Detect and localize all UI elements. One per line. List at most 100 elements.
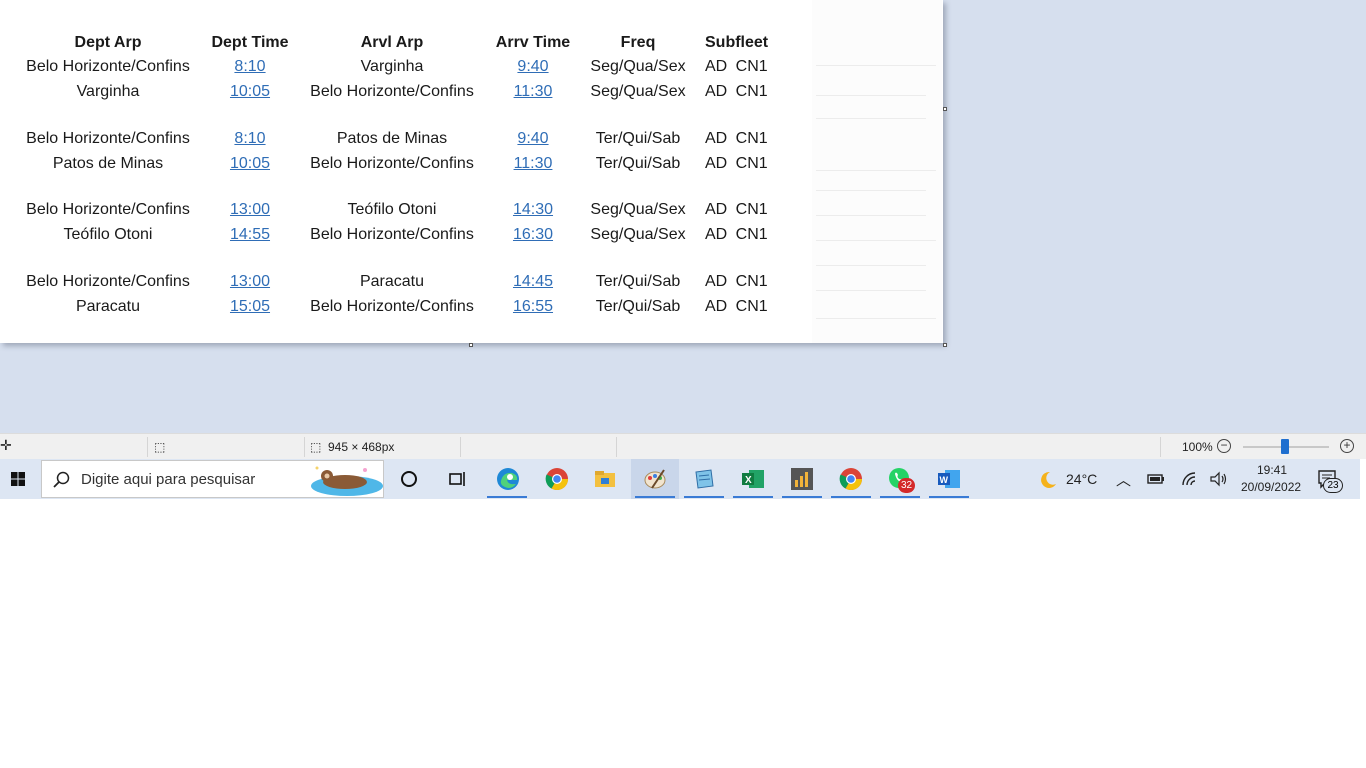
frequency: Ter/Qui/Sab (595, 273, 681, 290)
faint-line (816, 118, 926, 119)
search-placeholder: Digite aqui para pesquisar (81, 471, 256, 488)
arrival-time-link[interactable]: 11:30 (514, 82, 553, 102)
header-subfleet: Subfleet (705, 34, 769, 51)
arrival-airport: Belo Horizonte/Confins (310, 155, 474, 172)
departure-time-link[interactable]: 15:05 (230, 297, 270, 317)
departure-airport: Patos de Minas (52, 155, 164, 172)
arrival-time-link[interactable]: 9:40 (517, 129, 548, 149)
cursor-position-icon: ✛ (0, 437, 12, 453)
image-size-icon: ⬚ (310, 440, 322, 454)
departure-time-link[interactable]: 8:10 (234, 129, 265, 149)
file-explorer-icon[interactable] (590, 464, 620, 494)
arrival-time-link[interactable]: 16:30 (513, 225, 553, 245)
faint-line (816, 318, 936, 319)
excel-icon[interactable]: X (738, 464, 768, 494)
subfleet: AD CN1 (705, 58, 768, 75)
faint-line (816, 190, 926, 191)
arrival-time-link[interactable]: 11:30 (514, 154, 553, 174)
taskbar-search-box[interactable]: Digite aqui para pesquisar (41, 460, 384, 498)
search-icon (53, 471, 70, 488)
subfleet: AD CN1 (705, 155, 768, 172)
zoom-slider-thumb[interactable] (1281, 439, 1289, 454)
chart-app-icon[interactable] (787, 464, 817, 494)
arrival-time-link[interactable]: 9:40 (517, 57, 548, 77)
notification-count-badge: 23 (1323, 478, 1343, 493)
notepad-icon[interactable] (689, 464, 719, 494)
resize-handle-corner[interactable] (943, 343, 947, 347)
word-icon[interactable]: W (934, 464, 964, 494)
departure-airport: Belo Horizonte/Confins (26, 130, 190, 147)
task-view-icon[interactable] (442, 464, 472, 494)
faint-line (816, 265, 926, 266)
battery-icon[interactable] (1146, 471, 1166, 487)
departure-time-link[interactable]: 14:55 (230, 225, 270, 245)
windows-start-icon[interactable] (3, 464, 33, 494)
departure-airport: Belo Horizonte/Confins (26, 273, 190, 290)
header-dept-arp: Dept Arp (74, 34, 142, 51)
chrome-icon[interactable] (542, 464, 572, 494)
subfleet: AD CN1 (705, 201, 768, 218)
header-dept-time: Dept Time (211, 34, 289, 51)
selection-size-icon: ⬚ (154, 440, 166, 454)
departure-time-link[interactable]: 10:05 (230, 82, 270, 102)
arrival-airport: Varginha (360, 58, 424, 75)
departure-airport: Paracatu (75, 298, 141, 315)
edge-browser-icon[interactable] (493, 464, 523, 494)
departure-airport: Varginha (76, 83, 140, 100)
whatsapp-badge: 32 (898, 478, 915, 493)
faint-line (816, 95, 926, 96)
header-freq: Freq (620, 34, 656, 51)
weather-moon-icon[interactable] (1036, 469, 1058, 491)
departure-airport: Teófilo Otoni (63, 226, 153, 243)
faint-image-region (812, 0, 942, 343)
frequency: Seg/Qua/Sex (590, 58, 686, 75)
image-size-label: 945 × 468px (328, 440, 395, 454)
resize-handle-bottom[interactable] (469, 343, 473, 347)
arrival-time-link[interactable]: 14:30 (513, 200, 553, 220)
frequency: Ter/Qui/Sab (595, 130, 681, 147)
volume-icon[interactable] (1209, 470, 1229, 488)
resize-handle-right[interactable] (943, 107, 947, 111)
departure-airport: Belo Horizonte/Confins (26, 201, 190, 218)
chrome-icon-2[interactable] (836, 464, 866, 494)
frequency: Seg/Qua/Sex (590, 201, 686, 218)
faint-line (816, 65, 936, 66)
zoom-out-button[interactable]: − (1217, 439, 1231, 453)
departure-time-link[interactable]: 13:00 (230, 272, 270, 292)
arrival-airport: Paracatu (359, 273, 425, 290)
clock-time[interactable]: 19:41 (1257, 463, 1287, 477)
departure-time-link[interactable]: 10:05 (230, 154, 270, 174)
departure-airport: Belo Horizonte/Confins (26, 58, 190, 75)
faint-line (816, 240, 936, 241)
subfleet: AD CN1 (705, 130, 768, 147)
departure-time-link[interactable]: 8:10 (234, 57, 265, 77)
arrival-time-link[interactable]: 16:55 (513, 297, 553, 317)
svg-text:W: W (940, 475, 949, 485)
image-canvas[interactable]: Dept Arp Dept Time Arvl Arp Arrv Time Freq Su… (0, 0, 943, 343)
clock-date[interactable]: 20/09/2022 (1241, 480, 1301, 494)
paint-canvas-area[interactable]: Dept Arp Dept Time Arvl Arp Arrv Time Freq Su… (0, 0, 1366, 433)
departure-time-link[interactable]: 13:00 (230, 200, 270, 220)
frequency: Seg/Qua/Sex (590, 83, 686, 100)
search-highlight-otter-image (311, 466, 383, 496)
frequency: Ter/Qui/Sab (595, 155, 681, 172)
show-hidden-icons-chevron-icon[interactable]: ︿ (1116, 469, 1131, 490)
paint-status-bar: ✛ ⬚ ⬚ 945 × 468px 100% − + (0, 433, 1366, 459)
arrival-time-link[interactable]: 14:45 (513, 272, 553, 292)
windows-taskbar: Digite aqui para pesquisar X 32 W 24°C ︿… (0, 459, 1360, 499)
subfleet: AD CN1 (705, 226, 768, 243)
arrival-airport: Teófilo Otoni (347, 201, 437, 218)
arrival-airport: Belo Horizonte/Confins (310, 83, 474, 100)
faint-line (816, 215, 926, 216)
paint-icon[interactable] (640, 464, 670, 494)
weather-temperature[interactable]: 24°C (1066, 471, 1097, 487)
subfleet: AD CN1 (705, 298, 768, 315)
cortana-icon[interactable] (394, 464, 424, 494)
wifi-icon[interactable] (1180, 470, 1198, 488)
faint-line (816, 170, 936, 171)
frequency: Ter/Qui/Sab (595, 298, 681, 315)
header-arrv-time: Arrv Time (495, 34, 571, 51)
faint-line (816, 290, 926, 291)
zoom-in-button[interactable]: + (1340, 439, 1354, 453)
arrival-airport: Belo Horizonte/Confins (310, 226, 474, 243)
